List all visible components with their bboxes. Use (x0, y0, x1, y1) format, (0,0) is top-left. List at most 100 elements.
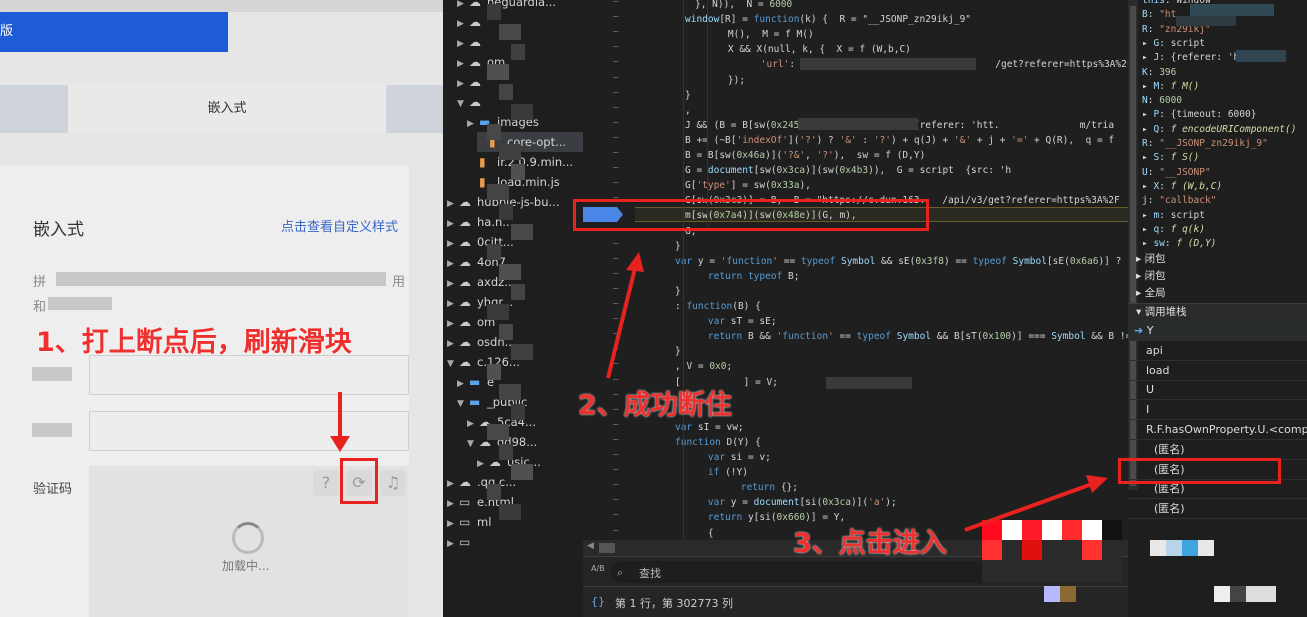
scope-variable[interactable]: N: 6000 (1142, 94, 1182, 108)
line-marker[interactable]: – (613, 510, 618, 520)
pretty-print-icon[interactable]: {} (591, 595, 605, 608)
chevron-right-icon[interactable]: ▶ (447, 274, 459, 294)
line-marker[interactable]: – (613, 269, 618, 279)
callstack-frame[interactable]: R.F.hasOwnProperty.U.<comput (1128, 420, 1307, 440)
chevron-right-icon[interactable]: ▶ (447, 514, 459, 534)
line-marker[interactable]: – (613, 163, 618, 173)
chevron-right-icon[interactable]: ▸ (1142, 181, 1153, 192)
file-tree-item[interactable]: ▶ ▭ (447, 532, 583, 552)
chevron-down-icon[interactable]: ▼ (457, 94, 469, 114)
line-marker[interactable]: – (613, 344, 618, 354)
chevron-right-icon[interactable]: ▶ (457, 374, 469, 394)
line-marker[interactable]: – (613, 57, 618, 67)
chevron-right-icon[interactable]: ▸ (1142, 224, 1153, 235)
callstack-frame[interactable]: U (1128, 380, 1307, 401)
line-marker[interactable]: – (613, 239, 618, 249)
scope-variable[interactable]: ▸ P: {timeout: 6000} (1142, 108, 1256, 122)
tab-right[interactable] (386, 85, 443, 133)
scope-variable[interactable]: ▸ S: f S() (1142, 151, 1199, 165)
file-tree-item[interactable]: ▶ ☁ 5ca4... (467, 412, 583, 432)
password-input[interactable] (89, 411, 409, 451)
scope-section[interactable]: ▸ 闭包 (1136, 251, 1166, 268)
file-tree-item[interactable]: ▮ load.min.js (467, 172, 583, 192)
line-marker[interactable]: – (613, 314, 618, 324)
line-marker[interactable]: – (613, 103, 618, 113)
chevron-right-icon[interactable]: ▶ (457, 34, 469, 54)
line-marker[interactable]: – (613, 27, 618, 37)
chevron-right-icon[interactable]: ▸ (1142, 124, 1153, 135)
scope-variable[interactable]: ▸ G: script (1142, 37, 1205, 51)
chevron-right-icon[interactable]: ▶ (447, 294, 459, 314)
scope-section[interactable]: ▸ 全局 (1136, 285, 1166, 302)
chevron-right-icon[interactable]: ▸ (1142, 152, 1153, 163)
line-marker[interactable]: – (613, 118, 618, 128)
scope-variable[interactable]: ▸ sw: f (D,Y) (1142, 237, 1216, 251)
chevron-right-icon[interactable]: ▶ (447, 214, 459, 234)
chevron-right-icon[interactable]: ▶ (447, 234, 459, 254)
tab-left[interactable] (0, 85, 68, 133)
page-banner[interactable]: 版 (0, 12, 228, 52)
chevron-down-icon[interactable]: ▼ (457, 394, 469, 414)
file-tree-item[interactable]: ▮ ir.2.0.9.min... (467, 152, 583, 172)
code-editor[interactable]: }, N)), N = 6000 window[R] = function(k) … (583, 0, 1128, 540)
chevron-right-icon[interactable]: ▶ (467, 114, 479, 134)
chevron-right-icon[interactable]: ▶ (447, 334, 459, 354)
username-input[interactable] (89, 355, 409, 395)
find-input[interactable] (611, 561, 991, 583)
chevron-right-icon[interactable]: ▸ (1136, 253, 1145, 265)
chevron-right-icon[interactable]: ▶ (447, 194, 459, 214)
chevron-right-icon[interactable]: ▶ (477, 454, 489, 474)
chevron-right-icon[interactable]: ▶ (457, 54, 469, 74)
file-tree-item[interactable]: ▶ ☁ neguardia... (457, 0, 583, 12)
help-icon[interactable]: ? (313, 470, 339, 496)
scrollbar-thumb[interactable] (599, 543, 615, 553)
callstack-frame[interactable]: I (1128, 400, 1307, 421)
line-marker[interactable]: – (613, 495, 618, 505)
line-marker[interactable]: – (613, 284, 618, 294)
scroll-left-icon[interactable]: ◀ (587, 541, 594, 551)
chevron-right-icon[interactable]: ▸ (1142, 238, 1153, 249)
chevron-right-icon[interactable]: ▸ (1142, 52, 1153, 63)
scope-variable[interactable]: j: "callback" (1142, 194, 1216, 208)
scope-variable[interactable]: ▸ q: f q(k) (1142, 223, 1205, 237)
callstack-frame[interactable]: api (1128, 341, 1307, 361)
line-marker[interactable]: – (613, 450, 618, 460)
scope-variable[interactable]: B: "ht (1142, 8, 1176, 22)
callstack-frame[interactable]: ➜ Y (1128, 321, 1307, 341)
callstack-frame[interactable]: (匿名) (1128, 440, 1307, 460)
line-marker[interactable]: – (613, 435, 618, 445)
callstack-header[interactable]: ▾ 调用堆栈 (1128, 303, 1307, 321)
line-marker[interactable]: – (613, 254, 618, 264)
line-marker[interactable]: – (613, 359, 618, 369)
scope-variable[interactable]: ▸ Q: f encodeURIComponent() (1142, 123, 1296, 137)
file-tree-item[interactable]: ▼ ☁ dd98... (467, 432, 583, 452)
line-marker[interactable]: – (613, 526, 618, 536)
callstack-frame[interactable]: load (1128, 361, 1307, 381)
scope-variable[interactable]: ▸ J: {referer: 'h (1142, 51, 1239, 65)
chevron-right-icon[interactable]: ▸ (1142, 81, 1153, 92)
scope-variable[interactable]: R: "__JSONP_zn29ikj_9" (1142, 137, 1268, 151)
chevron-right-icon[interactable]: ▸ (1136, 287, 1145, 299)
line-marker[interactable]: – (613, 12, 618, 22)
chevron-right-icon[interactable]: ▸ (1142, 38, 1153, 49)
line-marker[interactable]: – (613, 0, 618, 7)
line-marker[interactable]: – (613, 465, 618, 475)
chevron-right-icon[interactable]: ▶ (447, 254, 459, 274)
line-marker[interactable]: – (613, 480, 618, 490)
scope-variable[interactable]: ▸ M: f M() (1142, 80, 1199, 94)
file-tree-item[interactable]: ▶ ☁ om (447, 312, 583, 332)
line-marker[interactable]: – (613, 73, 618, 83)
line-marker[interactable]: – (613, 42, 618, 52)
callstack-frame[interactable]: (匿名) (1128, 499, 1307, 520)
line-marker[interactable]: – (613, 329, 618, 339)
chevron-right-icon[interactable]: ▸ (1142, 109, 1153, 120)
scope-variable[interactable]: K: 396 (1142, 66, 1176, 80)
scope-variable[interactable]: ▸ m: script (1142, 209, 1205, 223)
chevron-right-icon[interactable]: ▶ (447, 494, 459, 514)
line-marker[interactable]: – (613, 299, 618, 309)
line-marker[interactable]: – (613, 148, 618, 158)
scope-section[interactable]: ▸ 闭包 (1136, 268, 1166, 285)
chevron-down-icon[interactable]: ▼ (467, 434, 479, 454)
file-tree-item[interactable]: ▶ ☁ (457, 72, 583, 92)
chevron-right-icon[interactable]: ▸ (1136, 270, 1145, 282)
